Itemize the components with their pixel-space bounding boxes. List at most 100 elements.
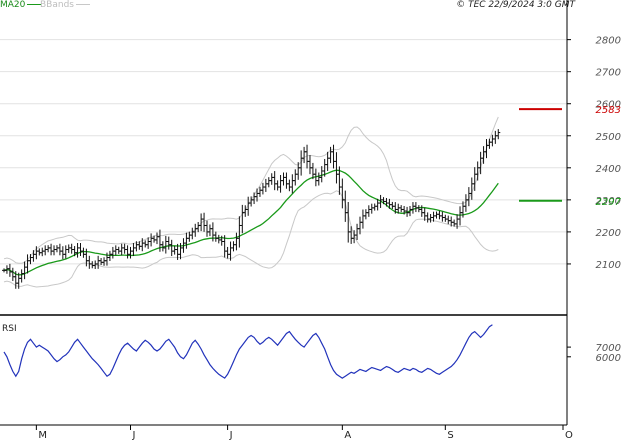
ohlc-bar	[272, 171, 277, 191]
ohlc-bar	[122, 243, 127, 254]
ohlc-bar	[184, 232, 189, 249]
ohlc-bar	[263, 178, 268, 192]
ohlc-bar	[213, 231, 218, 242]
ohlc-bar	[484, 139, 489, 159]
ohlc-bar	[384, 197, 389, 207]
ohlc-bar	[125, 245, 130, 259]
ohlc-bar	[496, 129, 501, 140]
ohlc-bar	[143, 240, 148, 248]
ohlc-bar	[302, 146, 307, 164]
ohlc-bar	[434, 211, 439, 219]
y-tick-label: 2400	[596, 164, 621, 175]
ohlc-bar	[446, 215, 451, 225]
ohlc-bar	[269, 173, 274, 185]
ohlc-bar	[69, 243, 74, 254]
ohlc-bar	[413, 202, 418, 213]
x-axis: MJJASO	[0, 424, 573, 440]
ohlc-bar	[284, 172, 289, 189]
ohlc-bar	[231, 241, 236, 252]
ohlc-bar	[81, 247, 86, 258]
ohlc-bar	[37, 248, 42, 256]
ohlc-bar	[196, 222, 201, 233]
ohlc-bar	[343, 190, 348, 222]
ohlc-bar	[360, 209, 365, 229]
ohlc-bar	[19, 269, 24, 283]
ohlc-bar	[363, 209, 368, 220]
ohlc-bar	[119, 243, 124, 256]
ohlc-bar	[278, 175, 283, 193]
ohlc-bar	[169, 239, 174, 257]
y-tick-label: 2700	[596, 68, 621, 79]
ohlc-bar	[293, 169, 298, 186]
x-tick-label: J	[229, 430, 233, 440]
ohlc-bar	[225, 246, 230, 259]
ohlc-bar	[443, 214, 448, 222]
rsi-panel: RSI70006000	[2, 324, 621, 379]
ohlc-bar	[102, 257, 107, 266]
ohlc-bar	[234, 232, 239, 251]
ohlc-bar	[190, 227, 195, 240]
ohlc-bar	[28, 254, 33, 265]
y-tick-label: 2500	[596, 132, 621, 143]
ohlc-bar	[331, 144, 336, 169]
resistance-label: 2583	[596, 105, 621, 116]
ohlc-bar	[275, 180, 280, 191]
ohlc-bar	[128, 246, 133, 259]
ohlc-bar	[260, 182, 265, 195]
ohlc-bar	[416, 205, 421, 213]
y-tick-label: 2200	[596, 228, 621, 239]
ohlc-bar	[43, 245, 48, 256]
x-tick-label: O	[565, 430, 573, 440]
ohlc-bar	[154, 232, 159, 245]
ohlc-bar	[75, 243, 80, 258]
ohlc-bar	[290, 174, 295, 194]
ohlc-bar	[166, 236, 171, 250]
ohlc-bar	[425, 212, 430, 223]
ohlc-bar	[31, 250, 36, 262]
ohlc-bar	[440, 211, 445, 222]
ohlc-bar	[287, 179, 292, 192]
ohlc-bar	[437, 210, 442, 220]
ohlc-bar	[54, 245, 59, 253]
y-tick-label: 2100	[596, 260, 621, 271]
ohlc-bar	[149, 233, 154, 247]
rsi-line	[3, 324, 493, 379]
x-tick-label: A	[344, 430, 351, 440]
ohlc-bar	[390, 201, 395, 209]
support-label: 2297	[596, 197, 622, 208]
ohlc-bar	[205, 220, 210, 237]
y-tick-label: 2800	[596, 36, 621, 47]
ohlc-bar	[381, 197, 386, 205]
ohlc-bar	[60, 246, 65, 260]
ohlc-bar	[163, 235, 168, 254]
ohlc-bar	[458, 206, 463, 226]
ohlc-bar	[216, 234, 221, 244]
ma20-line	[3, 169, 499, 276]
ohlc-bar	[116, 246, 121, 254]
ohlc-bar	[316, 172, 321, 186]
ohlc-bar	[399, 205, 404, 213]
rsi-title: RSI	[2, 324, 17, 334]
ohlc-bar	[10, 267, 15, 281]
ohlc-bar	[131, 243, 136, 257]
ohlc-bar	[172, 246, 177, 255]
ohlc-bar	[66, 244, 71, 253]
ohlc-bar	[369, 203, 374, 214]
ohlc-bar	[40, 247, 45, 257]
ohlc-bar	[307, 155, 312, 175]
ohlc-bar	[49, 243, 54, 256]
ohlc-bar	[372, 203, 377, 211]
upper-band	[3, 116, 499, 264]
rsi-y-tick-label: 6000	[596, 353, 621, 364]
ohlc-bar	[240, 204, 245, 234]
ohlc-bar	[110, 246, 115, 259]
ohlc-bar	[113, 245, 118, 256]
x-tick-label: S	[447, 430, 453, 440]
ohlc-bar	[46, 245, 51, 253]
ohlc-bar	[493, 130, 498, 144]
ohlc-bar	[428, 214, 433, 223]
ohlc-bar	[207, 224, 212, 237]
ohlc-bar	[52, 245, 57, 256]
ohlc-bar	[57, 243, 62, 256]
ohlc-bar	[63, 245, 68, 259]
